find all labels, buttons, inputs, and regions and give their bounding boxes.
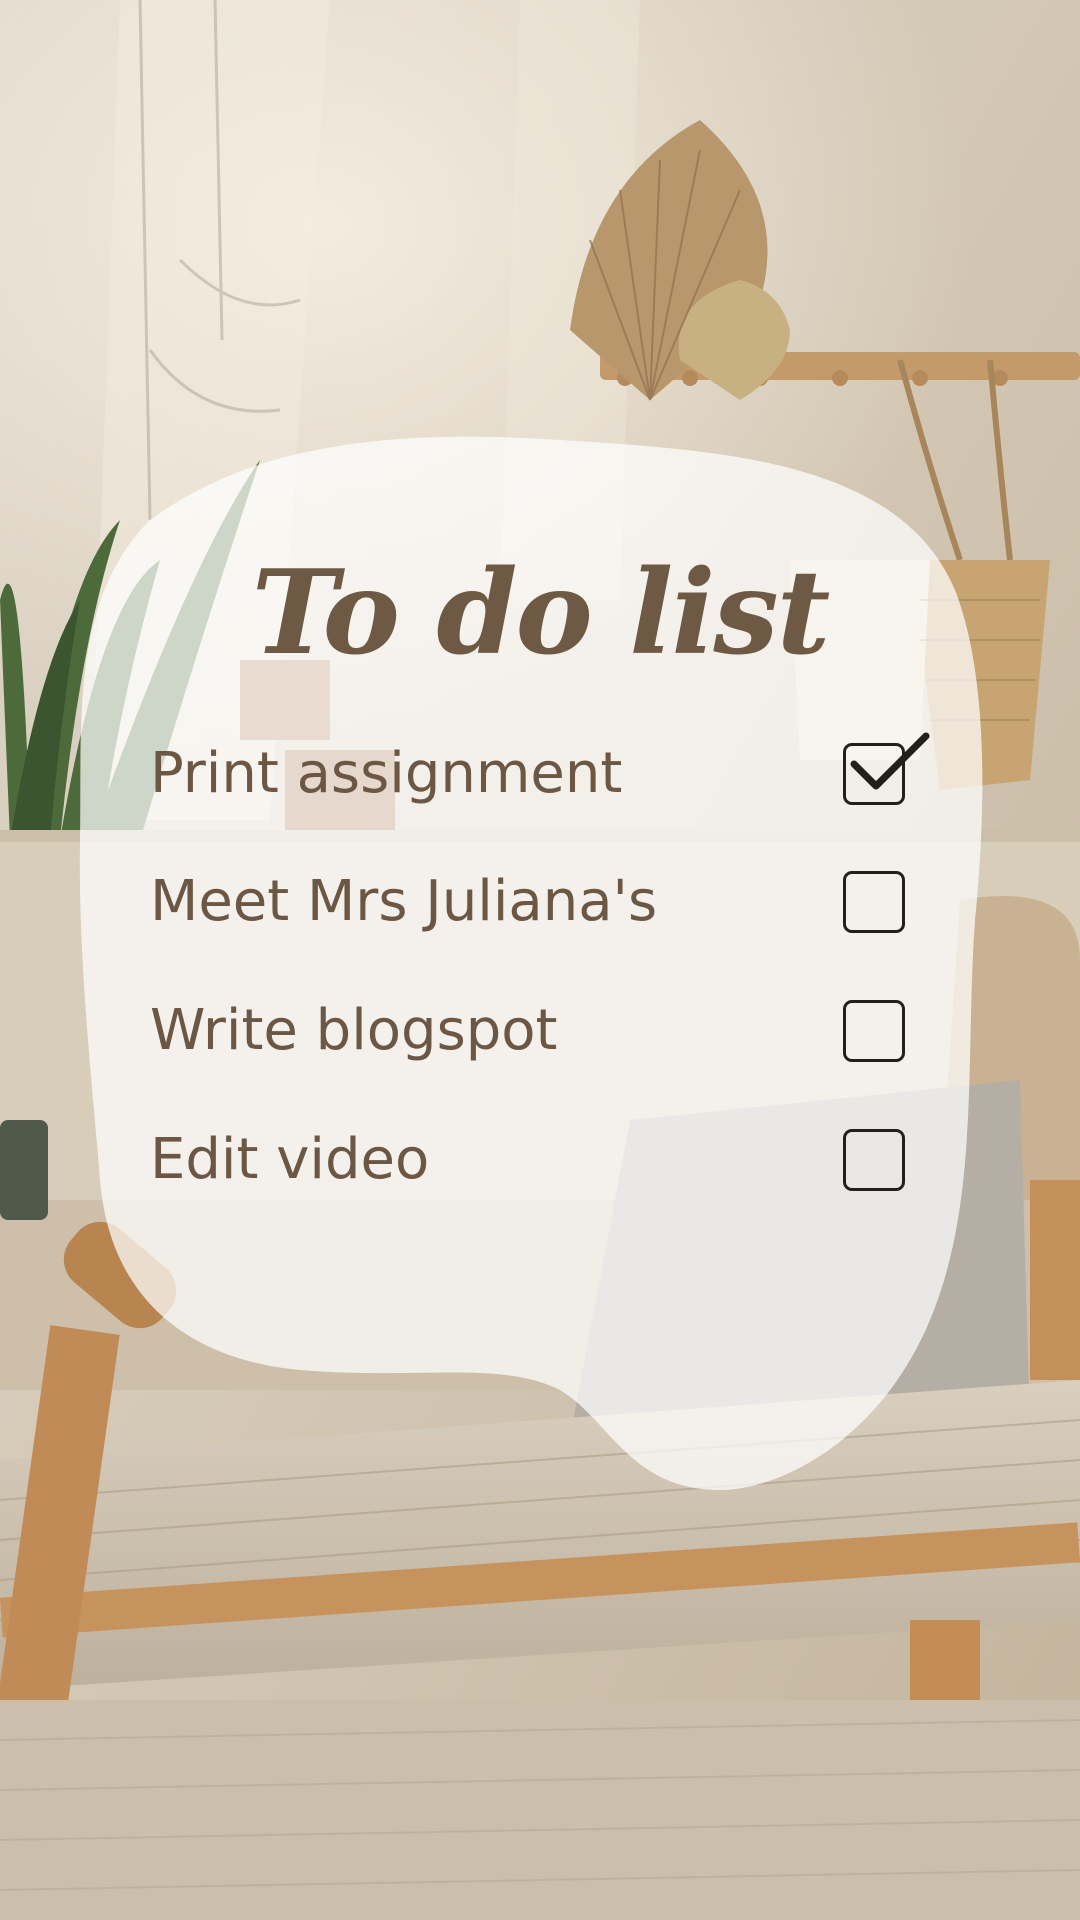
task-item[interactable]: Edit video — [150, 1120, 930, 1200]
task-label: Meet Mrs Juliana's — [150, 869, 658, 934]
task-checkbox[interactable] — [843, 871, 905, 933]
page-title: To do list — [251, 545, 831, 681]
task-item[interactable]: Meet Mrs Juliana's — [150, 862, 930, 942]
task-checkbox[interactable] — [843, 1129, 905, 1191]
task-label: Print assignment — [150, 741, 623, 806]
task-label: Edit video — [150, 1127, 430, 1192]
room-background-photo — [0, 0, 1080, 1920]
poster-canvas: To do list Print assignment Meet Mrs Jul… — [0, 0, 1080, 1920]
task-checkbox[interactable] — [843, 1000, 905, 1062]
task-checkbox-checked[interactable] — [843, 743, 905, 805]
task-item[interactable]: Print assignment — [150, 732, 930, 814]
task-item[interactable]: Write blogspot — [150, 991, 930, 1071]
task-label: Write blogspot — [150, 998, 558, 1063]
